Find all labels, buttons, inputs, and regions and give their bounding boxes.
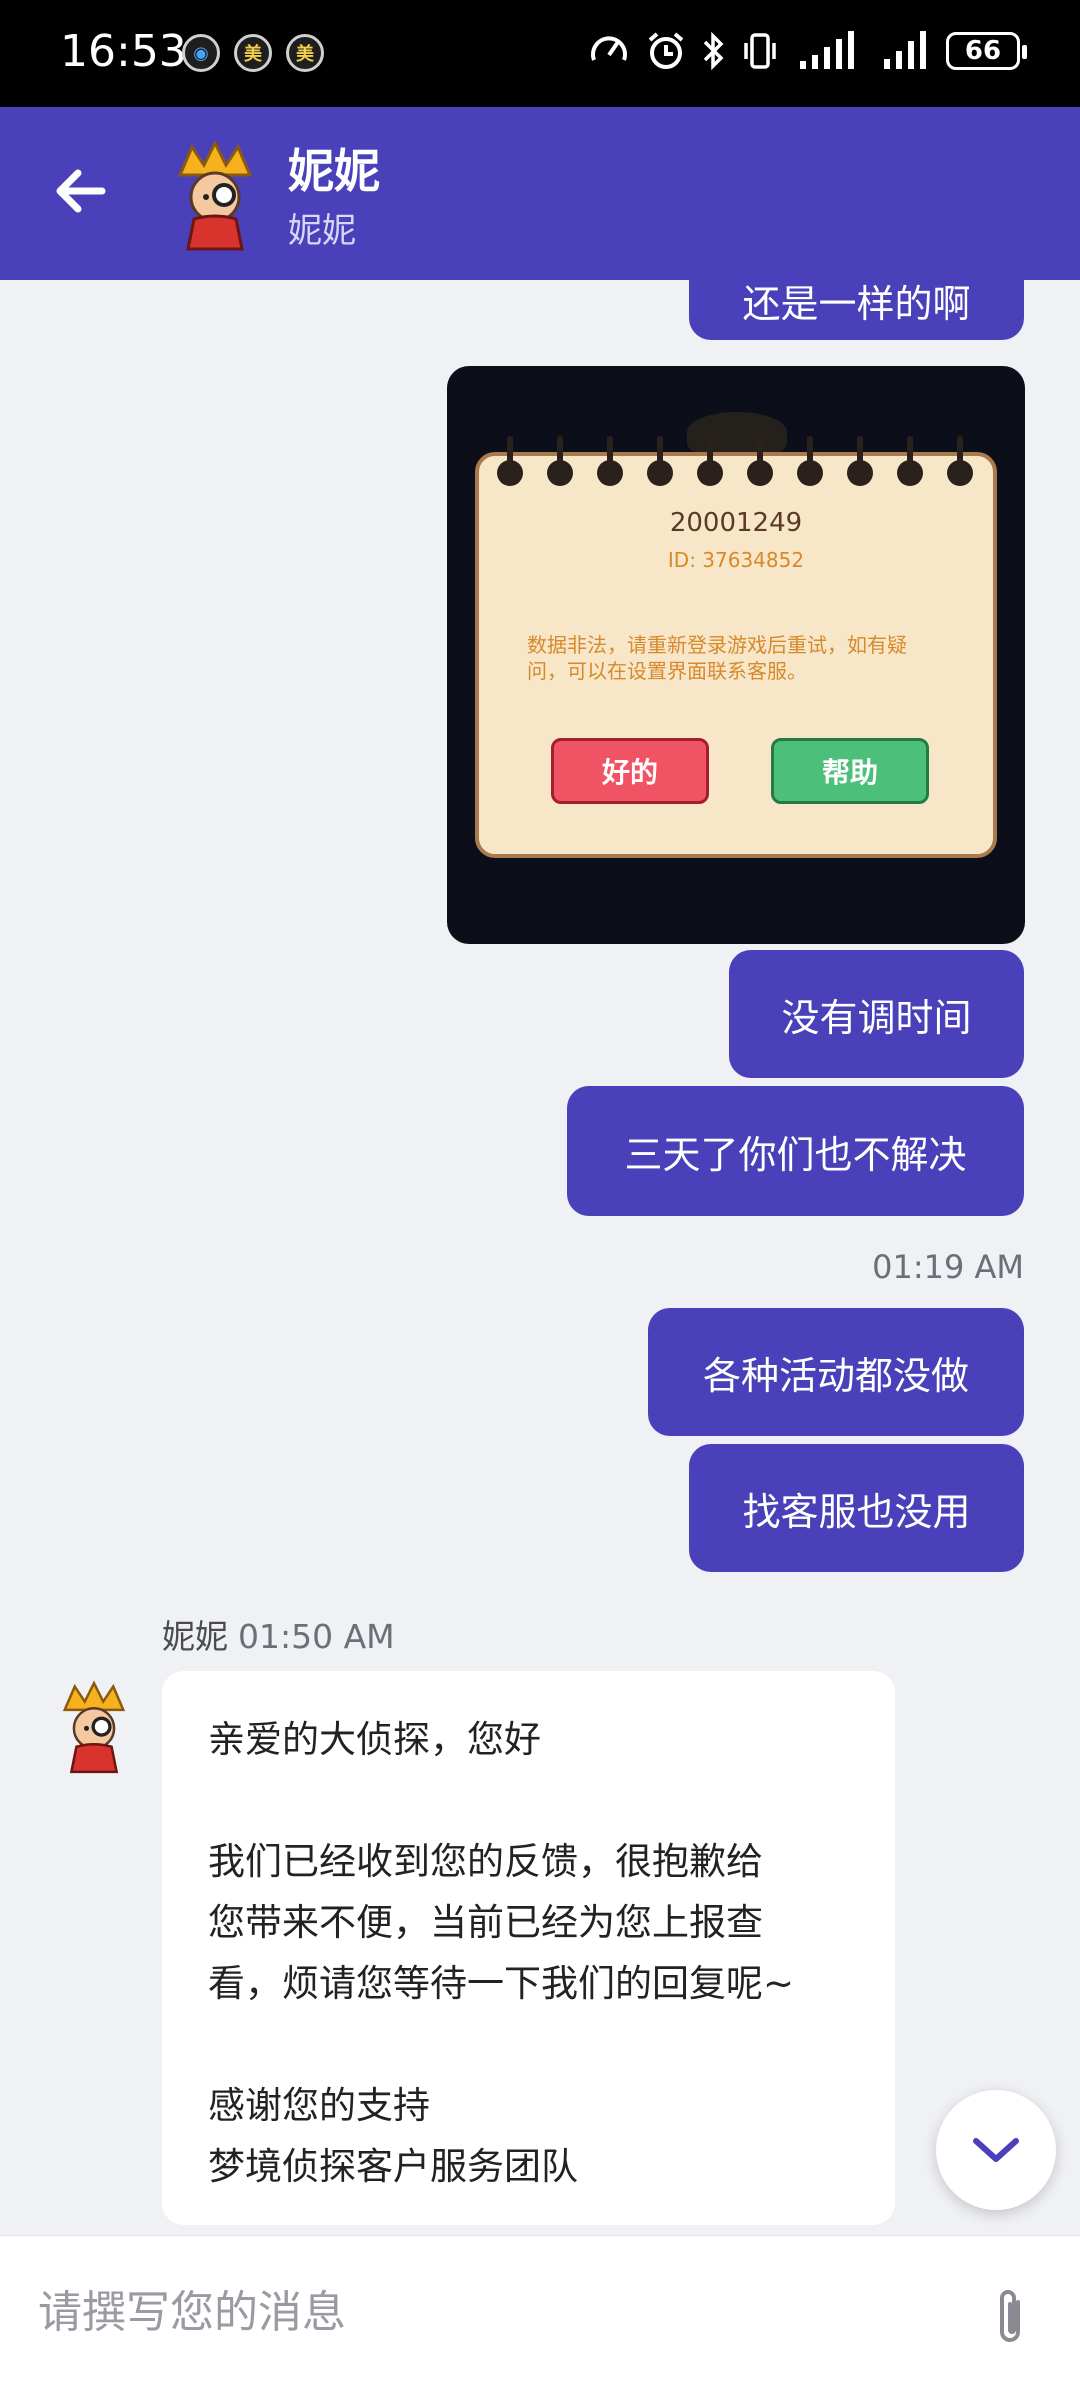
arrow-left-icon	[56, 169, 106, 213]
outgoing-message: 各种活动都没做	[648, 1308, 1024, 1436]
notepad-ring	[697, 436, 723, 486]
message-text: 找客服也没用	[742, 1489, 971, 1534]
meituan-notification-icon: 美	[286, 34, 324, 72]
alarm-icon	[648, 32, 684, 69]
notepad-ring	[797, 436, 823, 486]
notepad-ring	[897, 436, 923, 486]
notification-app-icon: ◉	[182, 34, 220, 72]
decorative-crown	[687, 412, 787, 452]
battery-indicator: 66	[946, 32, 1027, 70]
message-text: 三天了你们也不解决	[624, 1132, 967, 1177]
notepad-ring	[647, 436, 673, 486]
outgoing-message: 三天了你们也不解决	[567, 1086, 1024, 1216]
agent-avatar	[62, 1680, 126, 1774]
notepad-ring	[497, 436, 523, 486]
message-list[interactable]: 还是一样的啊 20001249 ID: 37634852 数据非法，请重新登录游…	[0, 280, 1080, 2235]
chat-subtitle: 妮妮	[288, 211, 356, 251]
outgoing-message: 没有调时间	[729, 950, 1024, 1078]
status-bar: 16:53 ◉ 美 美 66	[0, 0, 1080, 107]
notepad-ring	[547, 436, 573, 486]
notepad-ring	[947, 436, 973, 486]
notification-icons: ◉ 美 美	[182, 34, 324, 72]
chat-title: 妮妮	[288, 144, 380, 198]
ok-button: 好的	[551, 738, 709, 804]
notepad-ring	[747, 436, 773, 486]
sender-name: 妮妮	[162, 1617, 228, 1656]
attach-button[interactable]	[980, 2282, 1040, 2352]
player-id: ID: 37634852	[667, 548, 805, 572]
error-code: 20001249	[669, 508, 803, 538]
notepad-ring	[597, 436, 623, 486]
message-text: 亲爱的大侦探，您好 我们已经收到您的反馈，很抱歉给 您带来不便，当前已经为您上报…	[208, 1718, 795, 2188]
notepad-ring	[847, 436, 873, 486]
screenshot-attachment[interactable]: 20001249 ID: 37634852 数据非法，请重新登录游戏后重试，如有…	[447, 366, 1025, 944]
message-input[interactable]	[38, 2272, 938, 2352]
game-error-dialog: 20001249 ID: 37634852 数据非法，请重新登录游戏后重试，如有…	[475, 436, 997, 858]
agent-avatar	[177, 141, 253, 251]
outgoing-message: 还是一样的啊	[689, 280, 1024, 340]
reply-meta: 妮妮 01:50 AM	[162, 1610, 395, 1658]
meituan-notification-icon: 美	[234, 34, 272, 72]
error-message: 数据非法，请重新登录游戏后重试，如有疑问，可以在设置界面联系客服。	[527, 633, 907, 683]
outgoing-message: 找客服也没用	[689, 1444, 1024, 1572]
status-time: 16:53	[60, 26, 187, 77]
chat-header: 妮妮 妮妮	[0, 107, 1080, 280]
chevron-down-icon	[973, 2138, 1019, 2162]
help-button: 帮助	[771, 738, 929, 804]
scroll-to-bottom-button[interactable]	[936, 2090, 1056, 2210]
message-timestamp: 01:19 AM	[872, 1248, 1024, 1286]
signal-icon	[800, 31, 854, 69]
signal-icon	[884, 31, 926, 69]
bluetooth-icon	[703, 31, 724, 71]
back-button[interactable]	[40, 151, 120, 231]
incoming-message: 亲爱的大侦探，您好 我们已经收到您的反馈，很抱歉给 您带来不便，当前已经为您上报…	[162, 1671, 895, 2225]
message-text: 还是一样的啊	[742, 281, 971, 326]
speed-icon	[591, 36, 627, 61]
paperclip-icon	[1000, 2290, 1020, 2342]
message-text: 各种活动都没做	[702, 1353, 969, 1398]
reply-time: 01:50 AM	[238, 1617, 395, 1656]
system-indicators: 66	[588, 30, 1027, 72]
message-composer	[0, 2235, 1080, 2387]
vibrate-icon	[744, 33, 776, 69]
message-text: 没有调时间	[781, 995, 972, 1040]
